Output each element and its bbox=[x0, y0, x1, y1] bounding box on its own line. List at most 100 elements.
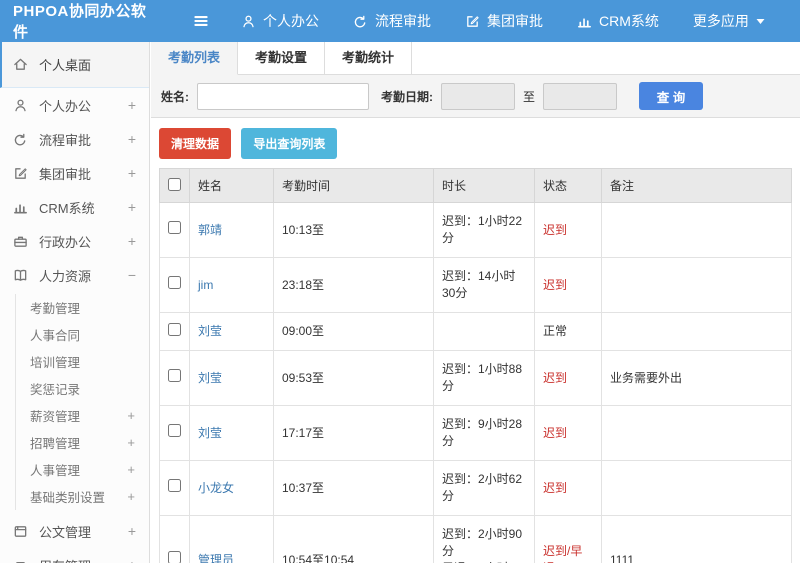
sidebar-subitem-2[interactable]: 培训管理 bbox=[16, 348, 149, 375]
topnav-label: CRM系统 bbox=[599, 13, 659, 29]
column-header: 考勤时间 bbox=[273, 168, 434, 203]
employee-name-link[interactable]: 刘莹 bbox=[198, 426, 222, 440]
date-to-input[interactable] bbox=[543, 82, 618, 110]
note-cell bbox=[601, 405, 792, 461]
book-icon bbox=[13, 267, 30, 283]
table-row: 刘莹 09:00至 正常 bbox=[159, 312, 792, 351]
topnav-item-0[interactable]: 个人办公 bbox=[224, 0, 336, 42]
row-checkbox[interactable] bbox=[168, 221, 181, 234]
status-badge: 迟到 bbox=[543, 370, 568, 385]
sidebar-subitem-label: 薪资管理 bbox=[30, 410, 81, 424]
status-badge: 迟到 bbox=[543, 222, 568, 237]
table-header-row: 姓名 考勤时间 时长 状态 备注 bbox=[159, 168, 792, 203]
tab-1[interactable]: 考勤设置 bbox=[238, 42, 326, 74]
date-from-input[interactable] bbox=[441, 82, 515, 110]
table-row: 郭靖 10:13至 迟到：1小时22分 迟到 bbox=[159, 202, 792, 258]
sidebar-subitem-6[interactable]: 人事管理 + bbox=[16, 456, 149, 483]
main-panel: 考勤列表 考勤设置 考勤统计 姓名: 考勤日期: 至 查 询 清理数据 导出查询列表… bbox=[151, 42, 800, 563]
time-cell: 10:13至 bbox=[273, 202, 434, 258]
expand-toggle-icon: + bbox=[127, 97, 136, 113]
sidebar-subitem-4[interactable]: 薪资管理 + bbox=[16, 402, 149, 429]
duration-cell bbox=[433, 312, 535, 351]
sidebar-item-5[interactable]: 行政办公 + bbox=[0, 224, 149, 258]
note-cell: 1111 bbox=[601, 515, 792, 563]
edit-icon bbox=[13, 165, 30, 181]
date-label: 考勤日期: bbox=[381, 89, 433, 104]
export-list-button[interactable]: 导出查询列表 bbox=[241, 128, 338, 159]
row-checkbox[interactable] bbox=[168, 369, 181, 382]
duration-cell: 迟到：2小时62分 bbox=[433, 460, 535, 516]
sidebar-submenu: 考勤管理人事合同培训管理 奖惩记录 薪资管理 + 招聘管理 + 人事管理 + 基础类别设置 + bbox=[15, 294, 149, 510]
topbar-nav: 个人办公 流程审批 集团审批 CRM系统 更多应用 bbox=[224, 0, 782, 42]
topbar: PHPOA协同办公软件 个人办公 流程审批 集团审批 CRM系统 更多应用 bbox=[0, 0, 800, 42]
topnav-label: 更多应用 bbox=[692, 13, 749, 29]
employee-name-link[interactable]: 刘莹 bbox=[198, 371, 222, 385]
home-icon bbox=[13, 57, 30, 73]
clear-data-button[interactable]: 清理数据 bbox=[159, 128, 232, 159]
time-cell: 17:17至 bbox=[273, 405, 434, 461]
chart-icon bbox=[577, 14, 592, 29]
sidebar-subitem-5[interactable]: 招聘管理 + bbox=[16, 429, 149, 456]
name-input[interactable] bbox=[197, 82, 369, 110]
sidebar-subitem-3[interactable]: 奖惩记录 bbox=[16, 375, 149, 402]
sidebar-item-label: 个人桌面 bbox=[39, 58, 92, 73]
sidebar-item-0[interactable]: 个人桌面 bbox=[0, 42, 149, 88]
sidebar-item-8[interactable]: 用车管理 + bbox=[0, 548, 149, 563]
employee-name-link[interactable]: 小龙女 bbox=[198, 481, 234, 495]
edit-icon bbox=[465, 14, 480, 29]
topnav-item-1[interactable]: 流程审批 bbox=[336, 0, 448, 42]
expand-toggle-icon: + bbox=[127, 523, 136, 539]
row-checkbox[interactable] bbox=[168, 551, 181, 563]
status-badge: 迟到 bbox=[543, 277, 568, 292]
sidebar-item-label: 公文管理 bbox=[39, 524, 92, 540]
menu-toggle-icon[interactable] bbox=[192, 12, 210, 30]
sidebar-item-1[interactable]: 个人办公 + bbox=[0, 88, 149, 122]
expand-toggle-icon: − bbox=[127, 267, 136, 283]
name-cell: 小龙女 bbox=[189, 460, 274, 516]
table-row: 管理员 10:54至10:54迟到：2小时90分早退：7小时10分迟到/早退 111… bbox=[159, 515, 792, 563]
sidebar-item-4[interactable]: CRM系统 + bbox=[0, 190, 149, 224]
sidebar-subitem-label: 人事合同 bbox=[30, 329, 81, 343]
sidebar-item-2[interactable]: 流程审批 + bbox=[0, 122, 149, 156]
note-cell bbox=[601, 202, 792, 258]
select-all-checkbox[interactable] bbox=[168, 177, 181, 191]
tab-0[interactable]: 考勤列表 bbox=[151, 42, 239, 75]
status-cell: 迟到 bbox=[534, 460, 602, 516]
sidebar-item-6[interactable]: 人力资源 − bbox=[0, 258, 149, 292]
sidebar-subitem-7[interactable]: 基础类别设置 + bbox=[16, 483, 149, 510]
sidebar-subitem-0[interactable]: 考勤管理 bbox=[16, 294, 149, 321]
row-checkbox[interactable] bbox=[168, 322, 181, 336]
employee-name-link[interactable]: 刘莹 bbox=[198, 324, 222, 338]
person-icon bbox=[13, 97, 30, 113]
sidebar-item-label: 行政办公 bbox=[39, 234, 92, 250]
name-label: 姓名: bbox=[161, 89, 189, 104]
row-checkbox[interactable] bbox=[168, 424, 181, 437]
name-cell: 刘莹 bbox=[189, 405, 274, 461]
expand-toggle-icon: + bbox=[128, 557, 136, 563]
topnav-item-3[interactable]: CRM系统 bbox=[560, 0, 676, 42]
sidebar-item-label: 流程审批 bbox=[39, 132, 92, 148]
sidebar-item-7[interactable]: 公文管理 + bbox=[0, 514, 149, 548]
time-cell: 10:37至 bbox=[273, 460, 434, 516]
note-cell bbox=[601, 460, 792, 516]
table-body: 郭靖 10:13至 迟到：1小时22分 迟到 jim 23:18至 迟到：14小时30分 迟到… bbox=[159, 202, 792, 563]
sidebar-item-3[interactable]: 集团审批 + bbox=[0, 156, 149, 190]
topnav-item-2[interactable]: 集团审批 bbox=[448, 0, 560, 42]
status-badge: 正常 bbox=[543, 324, 568, 338]
expand-toggle-icon: + bbox=[127, 131, 136, 147]
sidebar-subitem-1[interactable]: 人事合同 bbox=[16, 321, 149, 348]
row-checkbox[interactable] bbox=[168, 479, 181, 492]
chart-icon bbox=[13, 199, 30, 215]
sidebar-item-label: 人力资源 bbox=[39, 268, 92, 284]
note-cell bbox=[601, 312, 792, 351]
duration-cell: 迟到：9小时28分 bbox=[433, 405, 535, 461]
employee-name-link[interactable]: 郭靖 bbox=[198, 223, 222, 237]
tab-2[interactable]: 考勤统计 bbox=[325, 42, 413, 74]
topnav-item-4[interactable]: 更多应用 bbox=[676, 0, 782, 42]
name-cell: jim bbox=[189, 257, 274, 313]
row-checkbox[interactable] bbox=[168, 276, 181, 289]
query-button[interactable]: 查 询 bbox=[639, 82, 704, 110]
sidebar-item-label: 个人办公 bbox=[39, 98, 92, 114]
employee-name-link[interactable]: 管理员 bbox=[198, 553, 234, 563]
employee-name-link[interactable]: jim bbox=[198, 278, 213, 292]
